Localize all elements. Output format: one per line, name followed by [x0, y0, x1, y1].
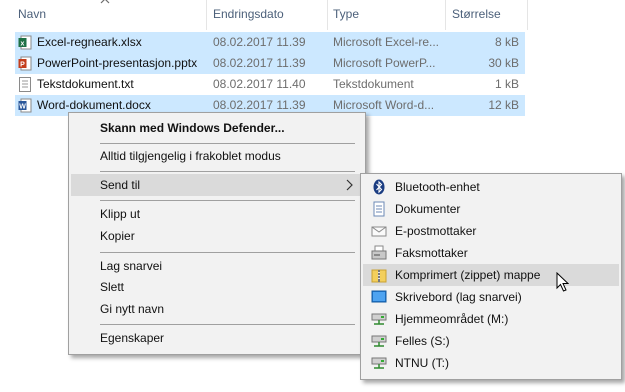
file-type: Microsoft PowerP... [333, 56, 436, 70]
column-type-header[interactable]: Type [329, 0, 445, 30]
mouse-cursor-icon [556, 272, 569, 292]
svg-text:P: P [20, 62, 25, 69]
file-type: Tekstdokument [333, 77, 414, 91]
menu-item-cut[interactable]: Klipp ut [71, 203, 363, 225]
excel-file-icon: x [18, 35, 32, 50]
file-size: 8 kB [494, 35, 519, 49]
word-file-icon: W [18, 98, 32, 113]
file-size: 12 kB [488, 98, 519, 112]
send-to-label: Bluetooth-enhet [395, 180, 480, 194]
column-divider[interactable] [527, 0, 528, 30]
column-header: Navn Endringsdato Type Størrelse [0, 0, 528, 30]
file-date: 08.02.2017 11.39 [213, 35, 306, 49]
bluetooth-icon [373, 179, 385, 195]
send-to-shared-drive[interactable]: Felles (S:) [363, 330, 619, 352]
send-to-submenu: Bluetooth-enhet Dokumenter E-postmottake… [360, 173, 622, 380]
menu-item-create-shortcut[interactable]: Lag snarvei [71, 255, 363, 277]
send-to-label: Faksmottaker [395, 246, 468, 260]
menu-separator [100, 324, 355, 325]
file-date: 08.02.2017 11.40 [213, 77, 306, 91]
send-to-ntnu-drive[interactable]: NTNU (T:) [363, 352, 619, 374]
text-file-icon [19, 77, 31, 92]
column-name-label: Navn [18, 7, 47, 21]
file-row[interactable]: P PowerPoint-presentasjon.pptx 08.02.201… [15, 53, 525, 74]
menu-item-delete[interactable]: Slett [71, 276, 363, 298]
network-drive-icon [371, 335, 387, 347]
column-size-label: Størrelse [452, 7, 501, 21]
desktop-icon [371, 290, 387, 303]
menu-item-rename[interactable]: Gi nytt navn [71, 298, 363, 320]
powerpoint-file-icon: P [18, 56, 32, 71]
send-to-fax[interactable]: Faksmottaker [363, 242, 619, 264]
sort-up-icon [100, 0, 110, 4]
menu-separator [100, 171, 355, 172]
svg-text:x: x [21, 41, 25, 48]
column-divider[interactable] [327, 0, 328, 30]
menu-item-properties[interactable]: Egenskaper [71, 327, 363, 349]
file-name: Tekstdokument.txt [37, 77, 134, 91]
menu-separator [100, 200, 355, 201]
send-to-mail-recipient[interactable]: E-postmottaker [363, 220, 619, 242]
menu-item-scan-defender[interactable]: Skann med Windows Defender... [71, 117, 363, 139]
send-to-label: E-postmottaker [395, 224, 477, 238]
mail-recipient-icon [371, 226, 387, 237]
menu-item-send-to-label: Send til [100, 178, 141, 192]
context-menu: Skann med Windows Defender... Alltid til… [68, 112, 366, 355]
file-row[interactable]: Tekstdokument.txt 08.02.2017 11.40 Tekst… [15, 74, 525, 95]
documents-icon [373, 201, 385, 217]
send-to-home-drive[interactable]: Hjemmeområdet (M:) [363, 308, 619, 330]
send-to-label: Komprimert (zippet) mappe [395, 268, 541, 282]
menu-item-offline-mode[interactable]: Alltid tilgjengelig i frakoblet modus [71, 145, 363, 167]
column-name-header[interactable]: Navn [14, 0, 206, 30]
file-size: 30 kB [488, 56, 519, 70]
menu-separator [100, 143, 355, 144]
file-name: Excel-regneark.xlsx [37, 35, 142, 49]
file-date: 08.02.2017 11.39 [213, 56, 306, 70]
send-to-zip-folder[interactable]: Komprimert (zippet) mappe [363, 264, 619, 286]
column-divider[interactable] [206, 0, 207, 30]
chevron-right-icon [346, 179, 353, 191]
send-to-label: Hjemmeområdet (M:) [395, 312, 509, 326]
column-size-header[interactable]: Størrelse [448, 0, 528, 30]
file-type: Microsoft Excel-re... [333, 35, 440, 49]
menu-item-copy[interactable]: Kopier [71, 225, 363, 247]
menu-item-send-to[interactable]: Send til [71, 174, 363, 196]
send-to-desktop[interactable]: Skrivebord (lag snarvei) [363, 286, 619, 308]
send-to-label: Felles (S:) [395, 334, 450, 348]
file-row[interactable]: x Excel-regneark.xlsx 08.02.2017 11.39 M… [15, 32, 525, 53]
menu-separator [100, 252, 355, 253]
column-type-label: Type [333, 7, 360, 21]
network-drive-icon [371, 357, 387, 369]
send-to-label: Skrivebord (lag snarvei) [395, 290, 522, 304]
svg-text:W: W [19, 104, 26, 111]
fax-icon [371, 245, 387, 260]
column-divider[interactable] [445, 0, 446, 30]
zip-folder-icon [371, 269, 387, 283]
column-date-label: Endringsdato [213, 7, 284, 21]
send-to-label: Dokumenter [395, 202, 461, 216]
network-drive-icon [371, 313, 387, 325]
send-to-bluetooth[interactable]: Bluetooth-enhet [363, 176, 619, 198]
file-name: PowerPoint-presentasjon.pptx [37, 56, 198, 70]
send-to-label: NTNU (T:) [395, 356, 449, 370]
column-date-header[interactable]: Endringsdato [209, 0, 327, 30]
send-to-documents[interactable]: Dokumenter [363, 198, 619, 220]
file-size: 1 kB [494, 77, 519, 91]
